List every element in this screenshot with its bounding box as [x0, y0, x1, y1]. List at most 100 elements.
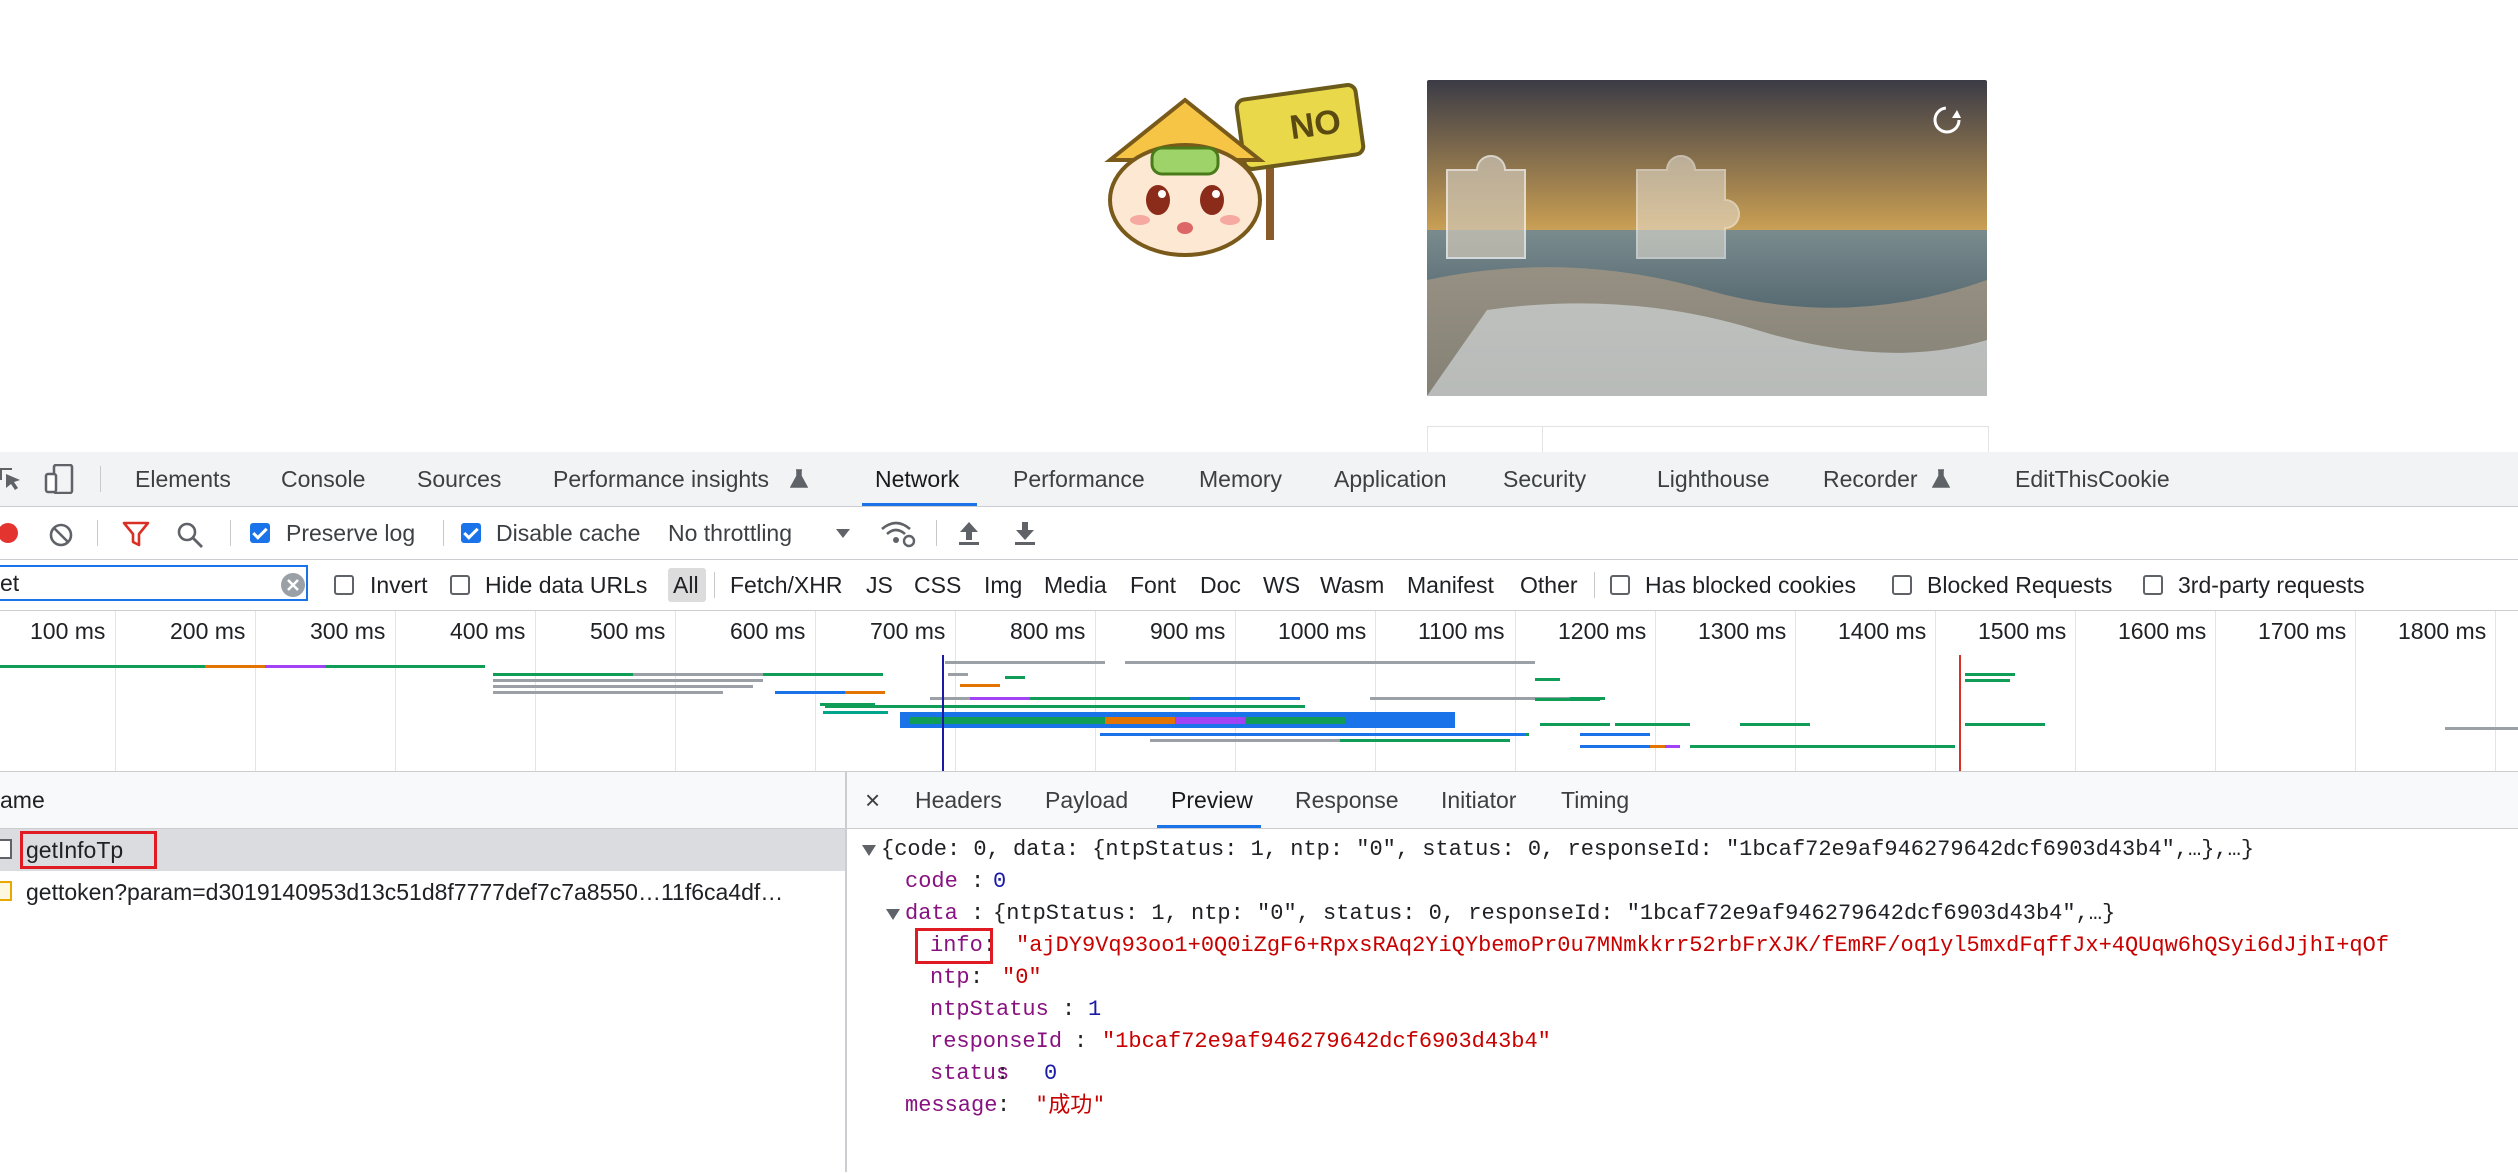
hide-data-urls-checkbox[interactable] [450, 575, 470, 595]
record-icon[interactable] [0, 522, 20, 544]
waterfall-bar [493, 691, 723, 694]
tick-label: 900 ms [1150, 618, 1226, 644]
type-filter-wasm[interactable]: Wasm [1320, 560, 1384, 610]
chevron-down-icon[interactable] [836, 529, 850, 539]
blocked-requests-checkbox[interactable] [1892, 575, 1912, 595]
preserve-log-checkbox[interactable] [250, 523, 270, 543]
tab-recorder[interactable]: Recorder [1823, 452, 1918, 506]
puzzle-piece [1446, 155, 1526, 259]
tab-timing[interactable]: Timing [1561, 772, 1629, 828]
tab-network[interactable]: Network [875, 452, 959, 506]
json-colon: : [971, 869, 985, 894]
waterfall-bar [763, 673, 883, 676]
puzzle-slot [1636, 155, 1740, 259]
throttling-select[interactable]: No throttling [668, 520, 792, 547]
import-har-icon[interactable] [957, 520, 981, 546]
clear-icon[interactable] [48, 522, 74, 548]
waterfall-bar [945, 661, 1105, 664]
tab-performance-insights[interactable]: Performance insights [553, 452, 769, 506]
third-party-checkbox[interactable] [2143, 575, 2163, 595]
tab-preview[interactable]: Preview [1171, 772, 1253, 828]
json-key-responseid: responseId [930, 1029, 1063, 1054]
name-column-label: ame [0, 787, 45, 813]
search-icon[interactable] [176, 521, 204, 549]
inspect-element-icon[interactable] [0, 466, 22, 492]
type-filter-doc[interactable]: Doc [1200, 560, 1241, 610]
json-value-ntpstatus: 1 [1088, 997, 1102, 1022]
script-file-icon [0, 881, 12, 901]
json-key-ntp: ntp [930, 965, 970, 990]
waterfall-bar [1340, 739, 1510, 742]
tab-security[interactable]: Security [1503, 452, 1586, 506]
name-column-header[interactable]: ame [0, 772, 845, 829]
type-filter-ws[interactable]: WS [1263, 560, 1300, 610]
network-timeline-overview[interactable]: 100 ms 200 ms 300 ms 400 ms 500 ms 600 m… [0, 611, 2518, 772]
json-value-info: "ajDY9Vq93oo1+0Q0iZgF6+RpxsRAq2YiQYbemoP… [1016, 933, 2390, 958]
type-filter-css[interactable]: CSS [914, 560, 961, 610]
tab-elements[interactable]: Elements [135, 452, 231, 506]
waterfall-bar [1150, 739, 1340, 742]
tab-headers[interactable]: Headers [915, 772, 1002, 828]
json-key-data: data [905, 901, 958, 926]
tick-label: 1400 ms [1838, 618, 1927, 644]
request-row[interactable]: gettoken?param=d3019140953d13c51d8f7777d… [0, 871, 845, 913]
active-details-tab-indicator [1157, 825, 1261, 828]
tab-console[interactable]: Console [281, 452, 365, 506]
active-tab-indicator [862, 503, 977, 506]
tab-application[interactable]: Application [1334, 452, 1447, 506]
details-tabbar: × Headers Payload Preview Response Initi… [847, 772, 2518, 829]
export-har-icon[interactable] [1013, 520, 1037, 546]
has-blocked-cookies-checkbox[interactable] [1610, 575, 1630, 595]
close-icon[interactable]: × [865, 772, 880, 828]
tab-payload[interactable]: Payload [1045, 772, 1128, 828]
device-toolbar-icon[interactable] [44, 464, 76, 494]
waterfall-bar [265, 665, 325, 668]
expand-triangle-icon[interactable] [886, 909, 900, 921]
json-value-message: "成功" [1035, 1093, 1106, 1118]
waterfall-bar [1100, 733, 1525, 736]
waterfall-bar [970, 697, 1030, 700]
tab-response[interactable]: Response [1295, 772, 1399, 828]
hide-data-urls-label: Hide data URLs [485, 572, 648, 598]
type-filter-font[interactable]: Font [1130, 560, 1176, 610]
tab-performance[interactable]: Performance [1013, 452, 1145, 506]
filter-icon[interactable] [122, 521, 150, 547]
waterfall-bar [493, 685, 753, 688]
json-colon: : [996, 1061, 1010, 1086]
waterfall-bar [1125, 661, 1535, 664]
type-filter-manifest[interactable]: Manifest [1407, 560, 1494, 610]
clear-filter-icon[interactable] [280, 572, 306, 598]
tick-label: 1500 ms [1978, 618, 2067, 644]
captcha-slider-handle[interactable] [1427, 426, 1543, 452]
tick-label: 1600 ms [2118, 618, 2207, 644]
tick-label: 1100 ms [1418, 618, 1505, 644]
expand-triangle-icon[interactable] [862, 845, 876, 857]
waterfall-bar [825, 705, 1305, 708]
waterfall-bar [493, 673, 633, 676]
waterfall-bar [1535, 698, 1600, 701]
waterfall-bar [1190, 697, 1300, 700]
type-filter-fetch-xhr[interactable]: Fetch/XHR [730, 560, 842, 610]
tab-initiator[interactable]: Initiator [1441, 772, 1516, 828]
annotation-box [20, 831, 157, 869]
json-colon: : [970, 965, 984, 990]
network-conditions-icon[interactable] [880, 519, 916, 549]
network-toolbar: Preserve log Disable cache No throttling [0, 507, 2518, 560]
tab-memory[interactable]: Memory [1199, 452, 1282, 506]
tab-editthiscookie[interactable]: EditThisCookie [2015, 452, 2170, 506]
type-filter-js[interactable]: JS [866, 560, 893, 610]
waterfall-bar [1175, 717, 1245, 724]
disable-cache-checkbox[interactable] [461, 523, 481, 543]
filter-input[interactable] [0, 565, 308, 601]
json-colon: : [971, 901, 985, 926]
request-details-panel: × Headers Payload Preview Response Initi… [847, 772, 2518, 1172]
type-filter-other[interactable]: Other [1520, 560, 1578, 610]
invert-checkbox[interactable] [334, 575, 354, 595]
type-filter-all[interactable]: All [673, 560, 699, 610]
tab-sources[interactable]: Sources [417, 452, 501, 506]
tab-lighthouse[interactable]: Lighthouse [1657, 452, 1770, 506]
request-list-panel: ame getInfoTp gettoken?param=d3019140953… [0, 772, 847, 1172]
type-filter-media[interactable]: Media [1044, 560, 1107, 610]
type-filter-img[interactable]: Img [984, 560, 1022, 610]
waterfall-bar [633, 673, 763, 676]
